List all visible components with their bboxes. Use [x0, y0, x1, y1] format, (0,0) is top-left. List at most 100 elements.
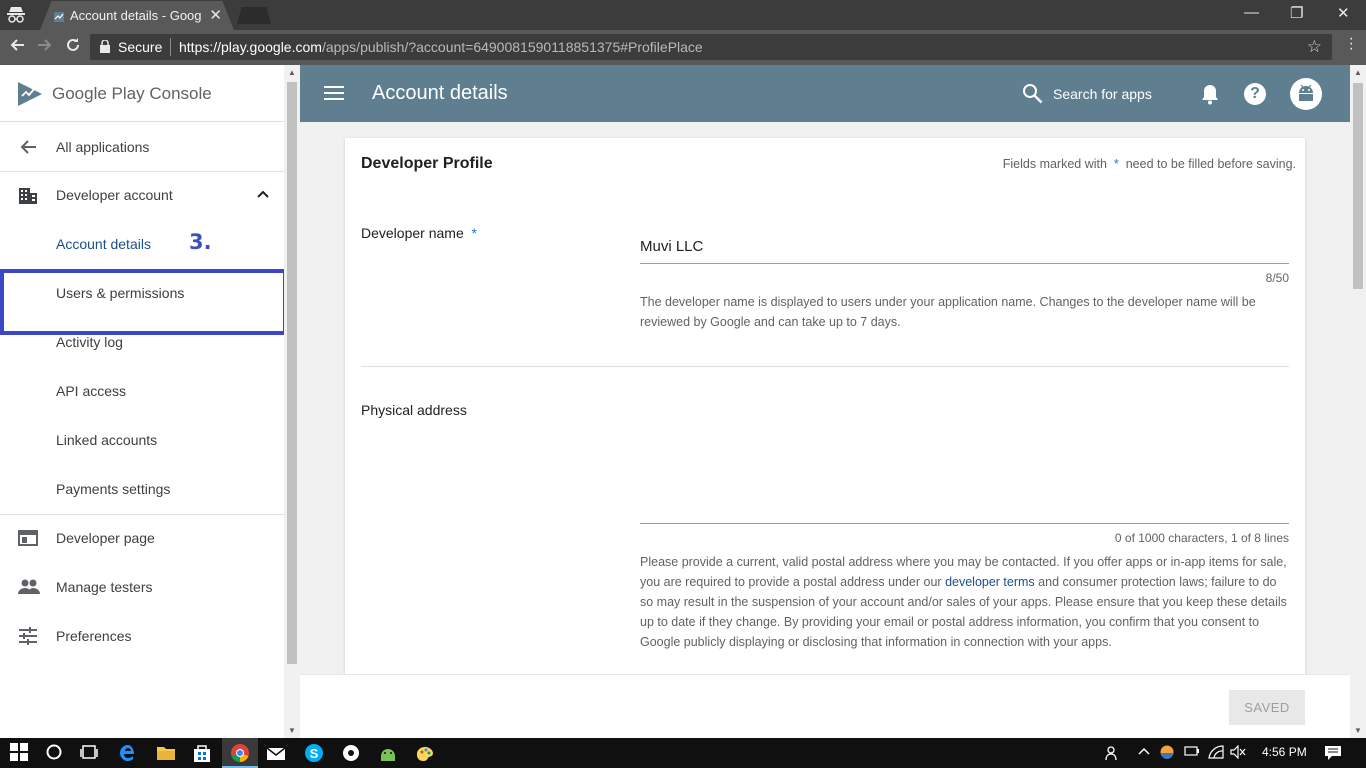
page-title: Account details [372, 82, 508, 104]
sidebar-item-label: Activity log [56, 334, 123, 350]
address-separator [170, 38, 171, 56]
scroll-up-icon[interactable]: ▲ [288, 68, 296, 77]
cortana-search-icon[interactable] [45, 743, 65, 763]
notifications-bell-icon[interactable] [1200, 83, 1220, 110]
search-apps-button[interactable]: Search for apps [1022, 83, 1182, 105]
settings-app-icon[interactable] [341, 743, 361, 763]
main-content: Account details Search for apps ? Develo… [300, 65, 1350, 738]
wifi-icon[interactable] [1208, 745, 1224, 762]
main-scrollbar[interactable]: ▲ ▼ [1350, 65, 1366, 738]
lock-icon [100, 39, 110, 53]
chevron-up-icon[interactable] [256, 187, 270, 201]
windows-start-icon[interactable] [10, 743, 30, 763]
main-scrollbar-thumb[interactable] [1353, 83, 1363, 289]
browser-toolbar: Secure https://play.google.com/apps/publ… [0, 30, 1366, 65]
secure-label: Secure [118, 39, 163, 55]
account-avatar[interactable] [1290, 78, 1322, 110]
scroll-up-icon[interactable]: ▲ [1354, 68, 1362, 77]
windows-taskbar: S 4:56 PM [0, 738, 1366, 768]
window-close-icon[interactable]: ✕ [1337, 4, 1350, 22]
sliders-icon [18, 626, 38, 646]
developer-terms-link[interactable]: developer terms [945, 575, 1035, 589]
people-icon [18, 577, 40, 597]
physical-address-counter: 0 of 1000 characters, 1 of 8 lines [1114, 531, 1289, 545]
volume-muted-icon[interactable] [1230, 744, 1246, 762]
sidebar-item-payments-settings[interactable]: Payments settings [0, 465, 284, 513]
sidebar-item-label: Developer page [56, 530, 155, 546]
tab-close-icon[interactable]: ✕ [209, 6, 222, 24]
battery-icon[interactable] [1184, 745, 1200, 760]
scroll-down-icon[interactable]: ▼ [1354, 726, 1362, 735]
app-tray-icon[interactable] [1160, 745, 1174, 762]
minimize-icon[interactable]: — [1244, 4, 1259, 21]
svg-text:S: S [310, 746, 319, 761]
physical-address-textarea[interactable] [640, 418, 1289, 524]
sidebar-item-account-details[interactable]: Account details [0, 220, 284, 268]
sidebar-item-label: API access [56, 383, 127, 399]
mail-icon[interactable] [266, 743, 286, 763]
skype-icon[interactable]: S [304, 743, 324, 763]
new-tab-button[interactable] [237, 7, 271, 24]
saved-button[interactable]: SAVED [1229, 690, 1305, 725]
store-icon[interactable] [193, 743, 213, 763]
forward-icon[interactable] [37, 37, 53, 58]
sidebar-item-api-access[interactable]: API access [0, 367, 284, 415]
sidebar-item-label: Preferences [56, 628, 132, 644]
browser-menu-icon[interactable]: · · · [1349, 31, 1354, 57]
incognito-icon [6, 6, 26, 24]
back-icon[interactable] [9, 37, 25, 58]
chrome-icon[interactable] [230, 743, 250, 763]
section-divider [361, 366, 1289, 367]
sidebar-item-label: Account details [56, 236, 151, 252]
sidebar-item-preferences[interactable]: Preferences [0, 612, 284, 660]
edge-browser-icon[interactable] [118, 743, 138, 763]
help-icon[interactable]: ? [1244, 83, 1266, 105]
taskbar-clock[interactable]: 4:56 PM [1262, 745, 1307, 759]
restore-icon[interactable]: ❐ [1290, 4, 1303, 22]
sidebar-item-activity-log[interactable]: Activity log [0, 318, 284, 366]
action-center-icon[interactable] [1324, 745, 1342, 764]
bookmark-star-icon[interactable]: ☆ [1307, 37, 1322, 57]
sidebar-item-label: All applications [56, 139, 150, 155]
sidebar-item-linked-accounts[interactable]: Linked accounts [0, 416, 284, 464]
url-text[interactable]: https://play.google.com/apps/publish/?ac… [179, 39, 703, 55]
sidebar-item-all-applications[interactable]: All applications [0, 123, 284, 171]
file-explorer-icon[interactable] [156, 743, 176, 763]
search-label: Search for apps [1053, 86, 1152, 102]
web-page-icon [18, 528, 38, 548]
sidebar-item-developer-account[interactable]: Developer account [0, 171, 284, 219]
browser-tab[interactable]: Account details - Google ✕ [40, 1, 234, 30]
brand-header[interactable]: Google Play Console [0, 65, 284, 122]
developer-name-help: The developer name is displayed to users… [640, 295, 1256, 329]
play-console-favicon-icon [54, 10, 64, 22]
physical-address-help: Please provide a current, valid postal a… [640, 555, 1287, 649]
sidebar-item-developer-page[interactable]: Developer page [0, 514, 284, 562]
hamburger-menu-icon[interactable] [324, 85, 344, 101]
task-view-icon[interactable] [80, 743, 100, 763]
sidebar-item-label: Payments settings [56, 481, 171, 497]
sidebar-item-label: Manage testers [56, 579, 153, 595]
building-icon [18, 185, 38, 205]
sidebar: Google Play Console All applications Dev… [0, 65, 287, 738]
search-icon [1023, 84, 1043, 104]
android-studio-icon[interactable] [378, 743, 398, 763]
developer-name-input[interactable]: Muvi LLC [640, 238, 1289, 264]
address-bar[interactable]: Secure https://play.google.com/apps/publ… [90, 34, 1332, 60]
sidebar-item-label: Developer account [56, 187, 173, 203]
tab-title: Account details - Google [70, 8, 202, 23]
scroll-down-icon[interactable]: ▼ [288, 726, 296, 735]
arrow-back-icon [18, 137, 38, 157]
step-marker-annotation: 3. [189, 230, 212, 254]
paint-icon[interactable] [415, 743, 435, 763]
android-avatar-icon [1299, 84, 1313, 101]
sidebar-item-label: Linked accounts [56, 432, 158, 448]
chevron-up-tray-icon[interactable] [1138, 745, 1150, 760]
sidebar-item-manage-testers[interactable]: Manage testers [0, 563, 284, 611]
reload-icon[interactable] [65, 37, 81, 58]
sidebar-scrollbar-thumb[interactable] [287, 82, 297, 664]
section-title: Developer Profile [361, 155, 493, 172]
sidebar-scrollbar[interactable]: ▲ ▼ [284, 65, 300, 738]
required-fields-note: Fields marked with * need to be filled b… [1002, 157, 1296, 171]
people-tray-icon[interactable] [1105, 745, 1121, 764]
required-asterisk: * [1113, 157, 1119, 171]
